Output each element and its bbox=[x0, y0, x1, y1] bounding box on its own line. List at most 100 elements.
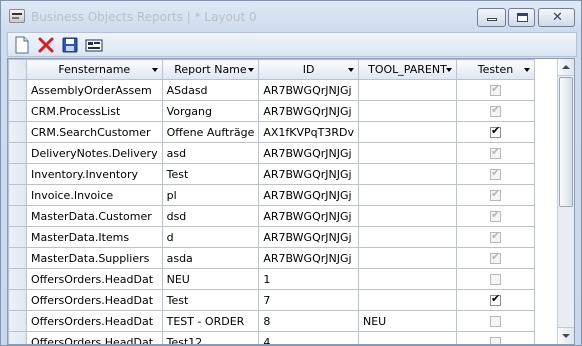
row-selector[interactable] bbox=[8, 184, 27, 206]
testen-checkbox[interactable]: ✔ bbox=[489, 82, 501, 96]
properties-button[interactable] bbox=[85, 36, 103, 54]
chevron-down-icon[interactable] bbox=[523, 68, 530, 72]
column-header-tool-parent[interactable]: TOOL_PARENT bbox=[357, 59, 457, 80]
cell-id[interactable]: AR7BWGQrJNJGj bbox=[258, 226, 359, 248]
cell-fenstername[interactable]: Inventory.Inventory bbox=[26, 163, 163, 185]
cell-report-name[interactable]: Test12 bbox=[161, 331, 260, 344]
row-selector[interactable] bbox=[8, 79, 27, 101]
row-selector[interactable] bbox=[8, 226, 27, 248]
cell-fenstername[interactable]: OffersOrders.HeadDat bbox=[26, 268, 163, 290]
cell-fenstername[interactable]: CRM.SearchCustomer bbox=[26, 121, 163, 143]
cell-id[interactable]: 4 bbox=[258, 331, 359, 344]
cell-report-name[interactable]: pl bbox=[161, 184, 260, 206]
cell-fenstername[interactable]: DeliveryNotes.Delivery bbox=[26, 142, 163, 164]
table-row[interactable]: OffersOrders.HeadDat Test 7 ✔ bbox=[8, 289, 535, 311]
cell-tool-parent[interactable]: NEU bbox=[357, 310, 457, 332]
table-row[interactable]: AssemblyOrderAssem ASdasd AR7BWGQrJNJGj ✔ bbox=[8, 79, 535, 101]
cell-report-name[interactable]: TEST - ORDER bbox=[161, 310, 260, 332]
row-selector[interactable] bbox=[8, 268, 27, 290]
testen-checkbox[interactable]: ✔ bbox=[489, 124, 501, 138]
scroll-down-button[interactable] bbox=[558, 327, 574, 344]
testen-checkbox[interactable] bbox=[489, 337, 501, 344]
row-selector[interactable] bbox=[8, 289, 27, 311]
row-selector[interactable] bbox=[8, 247, 27, 269]
row-selector-header[interactable] bbox=[8, 59, 27, 80]
cell-id[interactable]: AR7BWGQrJNJGj bbox=[258, 205, 359, 227]
table-row[interactable]: DeliveryNotes.Delivery asd AR7BWGQrJNJGj ✔ bbox=[8, 142, 535, 164]
delete-button[interactable] bbox=[37, 36, 55, 54]
cell-id[interactable]: AR7BWGQrJNJGj bbox=[258, 100, 359, 122]
cell-fenstername[interactable]: MasterData.Customer bbox=[26, 205, 163, 227]
cell-id[interactable]: AR7BWGQrJNJGj bbox=[258, 79, 359, 101]
cell-id[interactable]: AR7BWGQrJNJGj bbox=[258, 142, 359, 164]
cell-tool-parent[interactable] bbox=[357, 100, 457, 122]
testen-checkbox[interactable]: ✔ bbox=[489, 187, 501, 201]
cell-report-name[interactable]: d bbox=[161, 226, 260, 248]
table-row[interactable]: OffersOrders.HeadDat TEST - ORDER 8 NEU bbox=[8, 310, 535, 332]
cell-fenstername[interactable]: MasterData.Items bbox=[26, 226, 163, 248]
row-selector[interactable] bbox=[8, 121, 27, 143]
cell-report-name[interactable]: Test bbox=[161, 163, 260, 185]
cell-id[interactable]: 8 bbox=[258, 310, 359, 332]
title-bar[interactable]: Business Objects Reports | * Layout 0 ✕ bbox=[1, 1, 581, 31]
close-button[interactable]: ✕ bbox=[538, 8, 575, 27]
cell-tool-parent[interactable] bbox=[357, 184, 457, 206]
table-row[interactable]: MasterData.Suppliers asda AR7BWGQrJNJGj ✔ bbox=[8, 247, 535, 269]
chevron-down-icon[interactable] bbox=[248, 68, 255, 72]
cell-tool-parent[interactable] bbox=[357, 163, 457, 185]
row-selector[interactable] bbox=[8, 142, 27, 164]
cell-tool-parent[interactable] bbox=[357, 79, 457, 101]
table-row[interactable]: MasterData.Customer dsd AR7BWGQrJNJGj ✔ bbox=[8, 205, 535, 227]
save-button[interactable] bbox=[61, 36, 79, 54]
column-header-fenstername[interactable]: Fenstername bbox=[26, 59, 163, 80]
cell-tool-parent[interactable] bbox=[357, 247, 457, 269]
cell-fenstername[interactable]: MasterData.Suppliers bbox=[26, 247, 163, 269]
row-selector[interactable] bbox=[8, 205, 27, 227]
cell-fenstername[interactable]: OffersOrders.HeadDat bbox=[26, 331, 163, 344]
testen-checkbox[interactable] bbox=[489, 316, 501, 327]
cell-report-name[interactable]: Offene Aufträge bbox=[161, 121, 260, 143]
row-selector[interactable] bbox=[8, 331, 27, 344]
column-header-id[interactable]: ID bbox=[258, 59, 359, 80]
scroll-up-button[interactable] bbox=[558, 59, 574, 76]
cell-tool-parent[interactable] bbox=[357, 268, 457, 290]
cell-id[interactable]: 7 bbox=[258, 289, 359, 311]
cell-id[interactable]: AR7BWGQrJNJGj bbox=[258, 163, 359, 185]
table-row[interactable]: CRM.ProcessList Vorgang AR7BWGQrJNJGj ✔ bbox=[8, 100, 535, 122]
table-row[interactable]: Invoice.Invoice pl AR7BWGQrJNJGj ✔ bbox=[8, 184, 535, 206]
cell-report-name[interactable]: Test bbox=[161, 289, 260, 311]
new-button[interactable] bbox=[13, 36, 31, 54]
table-row[interactable]: OffersOrders.HeadDat Test12 4 bbox=[8, 331, 535, 344]
cell-tool-parent[interactable] bbox=[357, 331, 457, 344]
cell-report-name[interactable]: dsd bbox=[161, 205, 260, 227]
cell-report-name[interactable]: Vorgang bbox=[161, 100, 260, 122]
testen-checkbox[interactable] bbox=[489, 274, 501, 285]
cell-tool-parent[interactable] bbox=[357, 121, 457, 143]
cell-tool-parent[interactable] bbox=[357, 226, 457, 248]
column-header-report-name[interactable]: Report Name bbox=[161, 59, 260, 80]
chevron-down-icon[interactable] bbox=[151, 68, 158, 72]
table-row[interactable]: Inventory.Inventory Test AR7BWGQrJNJGj ✔ bbox=[8, 163, 535, 185]
cell-id[interactable]: AR7BWGQrJNJGj bbox=[258, 247, 359, 269]
testen-checkbox[interactable]: ✔ bbox=[489, 229, 501, 243]
cell-tool-parent[interactable] bbox=[357, 205, 457, 227]
cell-fenstername[interactable]: CRM.ProcessList bbox=[26, 100, 163, 122]
scroll-thumb[interactable] bbox=[559, 77, 573, 207]
chevron-down-icon[interactable] bbox=[445, 68, 452, 72]
cell-fenstername[interactable]: OffersOrders.HeadDat bbox=[26, 289, 163, 311]
testen-checkbox[interactable]: ✔ bbox=[489, 103, 501, 117]
table-row[interactable]: OffersOrders.HeadDat NEU 1 bbox=[8, 268, 535, 290]
table-row[interactable]: CRM.SearchCustomer Offene Aufträge AX1fKVP… bbox=[8, 121, 535, 143]
cell-report-name[interactable]: asda bbox=[161, 247, 260, 269]
cell-report-name[interactable]: NEU bbox=[161, 268, 260, 290]
cell-report-name[interactable]: asd bbox=[161, 142, 260, 164]
minimize-button[interactable] bbox=[477, 8, 506, 27]
maximize-button[interactable] bbox=[508, 8, 535, 27]
cell-tool-parent[interactable] bbox=[357, 289, 457, 311]
testen-checkbox[interactable]: ✔ bbox=[489, 166, 501, 180]
testen-checkbox[interactable]: ✔ bbox=[489, 292, 501, 306]
chevron-down-icon[interactable] bbox=[347, 68, 354, 72]
testen-checkbox[interactable]: ✔ bbox=[489, 145, 501, 159]
cell-fenstername[interactable]: OffersOrders.HeadDat bbox=[26, 310, 163, 332]
testen-checkbox[interactable]: ✔ bbox=[489, 250, 501, 264]
